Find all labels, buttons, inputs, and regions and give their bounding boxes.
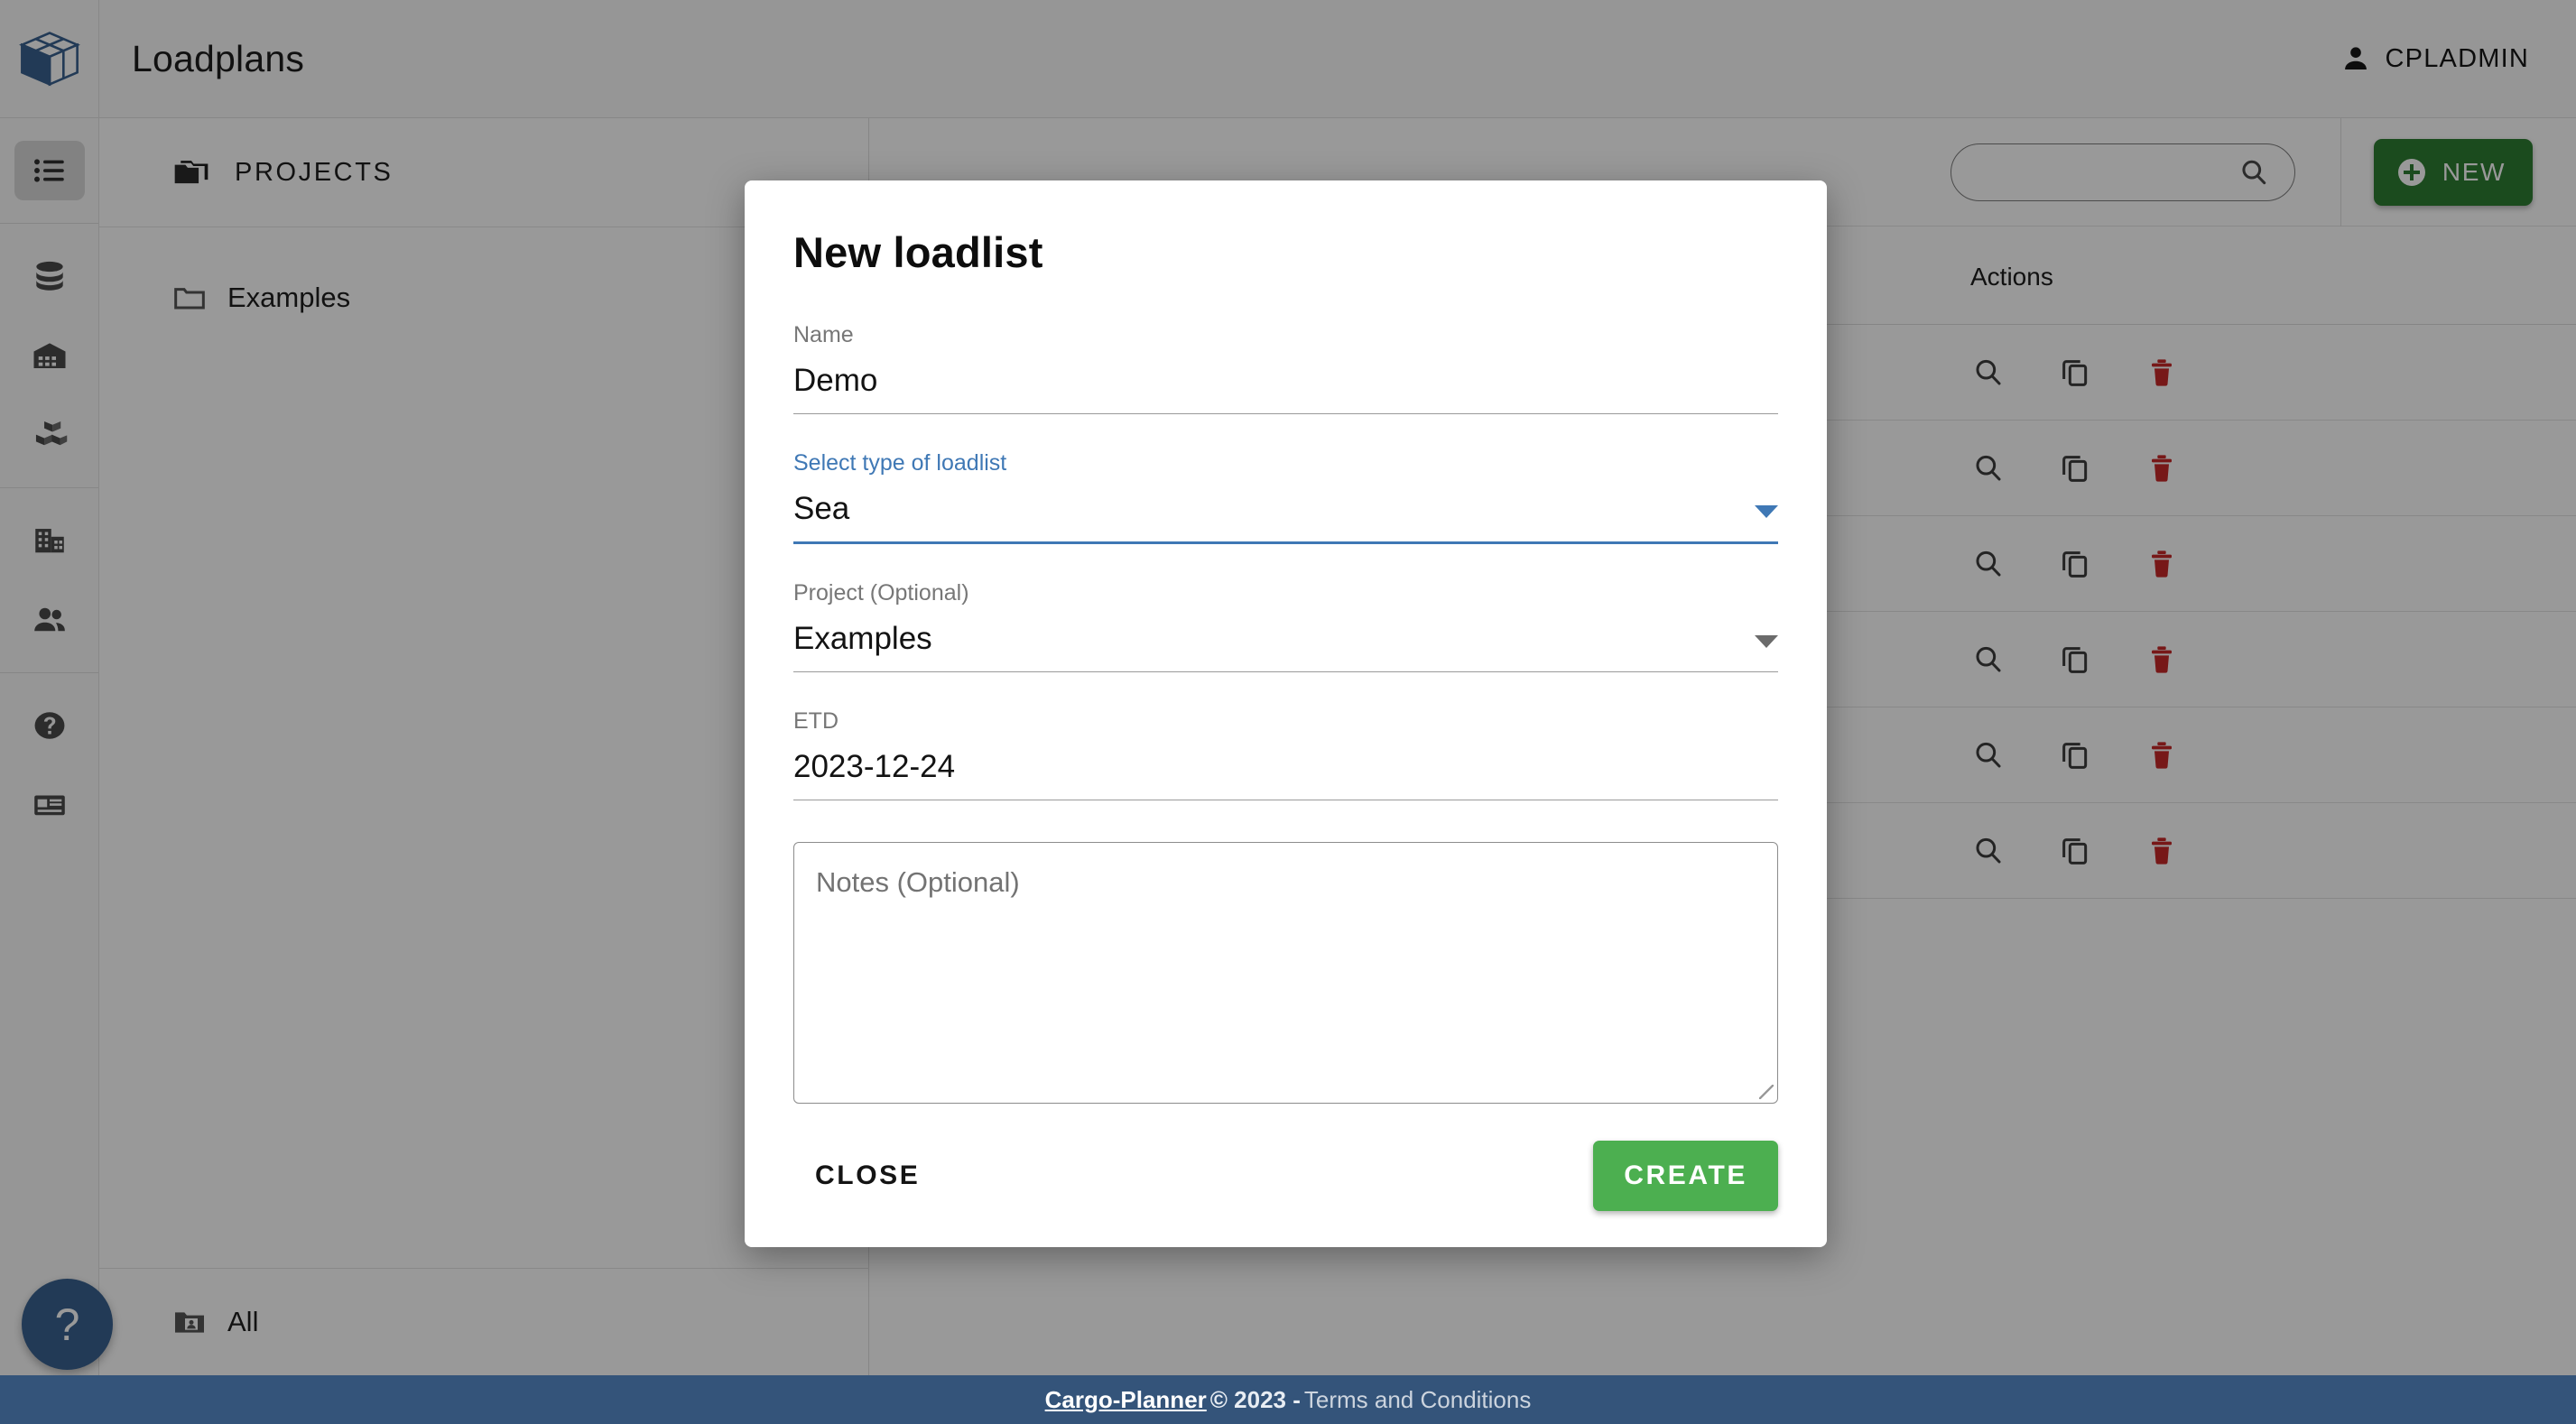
etd-field[interactable]: ETD 2023-12-24 (793, 710, 1778, 800)
page-footer: Cargo-Planner © 2023 - Terms and Conditi… (0, 1375, 2576, 1424)
loadlist-type-row: Sea (793, 475, 1778, 541)
project-select-row: Examples (793, 605, 1778, 671)
loadlist-type-select[interactable]: Select type of loadlist Sea (793, 452, 1778, 544)
chevron-down-icon (1755, 635, 1778, 648)
project-select-value: Examples (793, 621, 932, 657)
dialog-title: New loadlist (793, 180, 1778, 286)
loadlist-type-label: Select type of loadlist (793, 452, 1778, 475)
chevron-down-icon (1755, 505, 1778, 518)
copyright-text: © 2023 - (1210, 1386, 1301, 1414)
name-field-label: Name (793, 324, 1778, 347)
etd-field-label: ETD (793, 710, 1778, 733)
dialog-actions: CLOSE CREATE (793, 1141, 1778, 1211)
terms-link[interactable]: Terms and Conditions (1304, 1386, 1531, 1414)
brand-link[interactable]: Cargo-Planner (1045, 1386, 1207, 1414)
project-select[interactable]: Project (Optional) Examples (793, 582, 1778, 672)
name-field-underline (793, 413, 1778, 414)
notes-textarea[interactable]: Notes (Optional) (793, 842, 1778, 1104)
close-button[interactable]: CLOSE (793, 1144, 941, 1207)
create-button[interactable]: CREATE (1593, 1141, 1778, 1211)
new-loadlist-dialog: New loadlist Name Demo Select type of lo… (745, 180, 1827, 1247)
project-select-underline (793, 671, 1778, 672)
loadlist-type-value: Sea (793, 491, 849, 527)
name-field-value: Demo (793, 347, 1778, 413)
project-select-label: Project (Optional) (793, 582, 1778, 605)
resize-grip-icon[interactable] (1759, 1085, 1774, 1099)
etd-field-value: 2023-12-24 (793, 733, 1778, 800)
notes-placeholder: Notes (Optional) (816, 866, 1020, 898)
name-field[interactable]: Name Demo (793, 324, 1778, 414)
loadlist-type-underline (793, 541, 1778, 544)
app-root: Loadplans CPLADMIN (0, 0, 2576, 1424)
